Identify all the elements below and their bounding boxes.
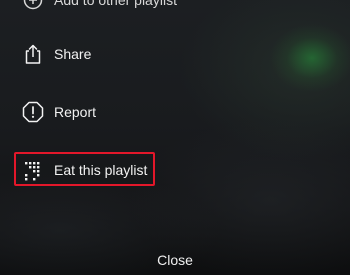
menu-item-share[interactable]: Share [21, 41, 91, 67]
context-menu: Add to other playlist Share Report Eat t… [0, 0, 350, 275]
menu-item-report[interactable]: Report [21, 99, 96, 125]
add-to-playlist-icon [21, 0, 45, 12]
menu-item-add-to-other-playlist[interactable]: Add to other playlist [21, 0, 177, 13]
report-icon [21, 100, 45, 124]
menu-item-label: Add to other playlist [54, 0, 177, 8]
menu-item-label: Share [54, 46, 92, 62]
share-icon [21, 42, 45, 66]
highlight-box [14, 152, 155, 186]
menu-item-label: Report [54, 104, 97, 120]
close-button[interactable]: Close [0, 252, 350, 268]
